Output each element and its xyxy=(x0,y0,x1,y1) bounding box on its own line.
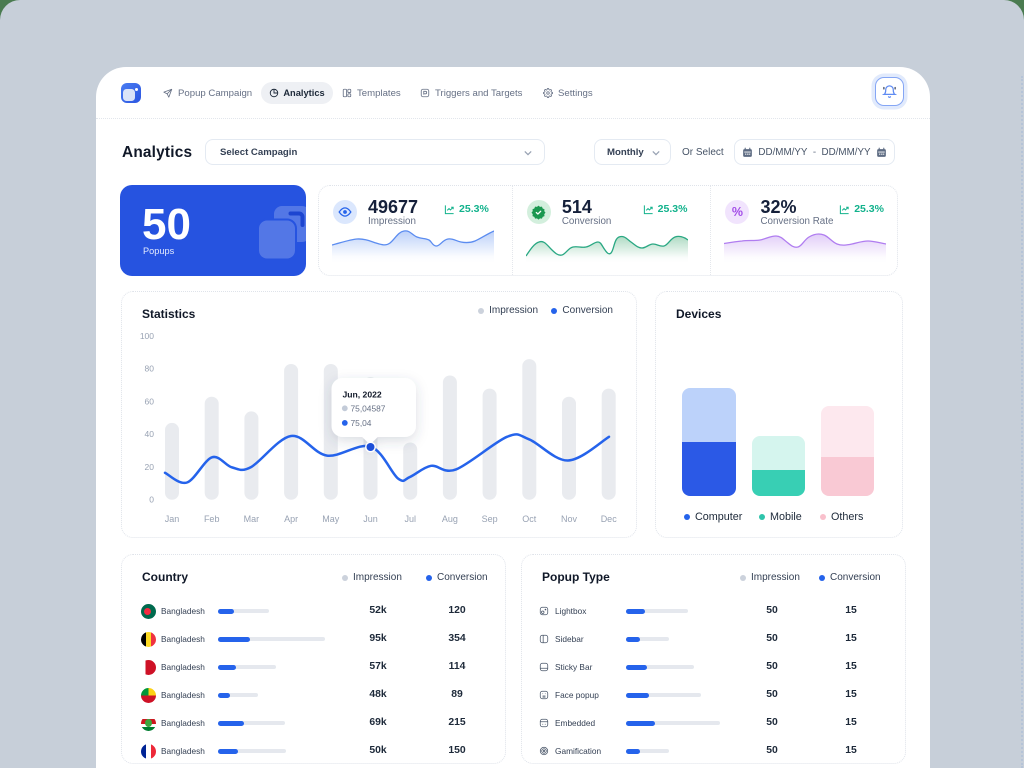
svg-text:Jun, 2022: Jun, 2022 xyxy=(343,390,382,400)
svg-text:0: 0 xyxy=(149,495,154,505)
svg-text:60: 60 xyxy=(145,396,155,406)
svg-text:75,04587: 75,04587 xyxy=(351,404,386,414)
svg-text:Mar: Mar xyxy=(244,514,260,524)
svg-text:40: 40 xyxy=(145,429,155,439)
svg-text:Jan: Jan xyxy=(165,514,180,524)
svg-text:May: May xyxy=(322,514,340,524)
svg-text:Jul: Jul xyxy=(404,514,416,524)
svg-text:100: 100 xyxy=(140,331,154,341)
svg-text:Aug: Aug xyxy=(442,514,458,524)
svg-text:Jun: Jun xyxy=(363,514,378,524)
svg-text:Oct: Oct xyxy=(522,514,537,524)
svg-text:Nov: Nov xyxy=(561,514,578,524)
svg-text:20: 20 xyxy=(145,462,155,472)
svg-text:Feb: Feb xyxy=(204,514,220,524)
svg-text:75,04: 75,04 xyxy=(351,418,372,428)
svg-text:Dec: Dec xyxy=(601,514,618,524)
svg-text:Apr: Apr xyxy=(284,514,298,524)
svg-text:80: 80 xyxy=(145,364,155,374)
svg-text:Sep: Sep xyxy=(482,514,498,524)
